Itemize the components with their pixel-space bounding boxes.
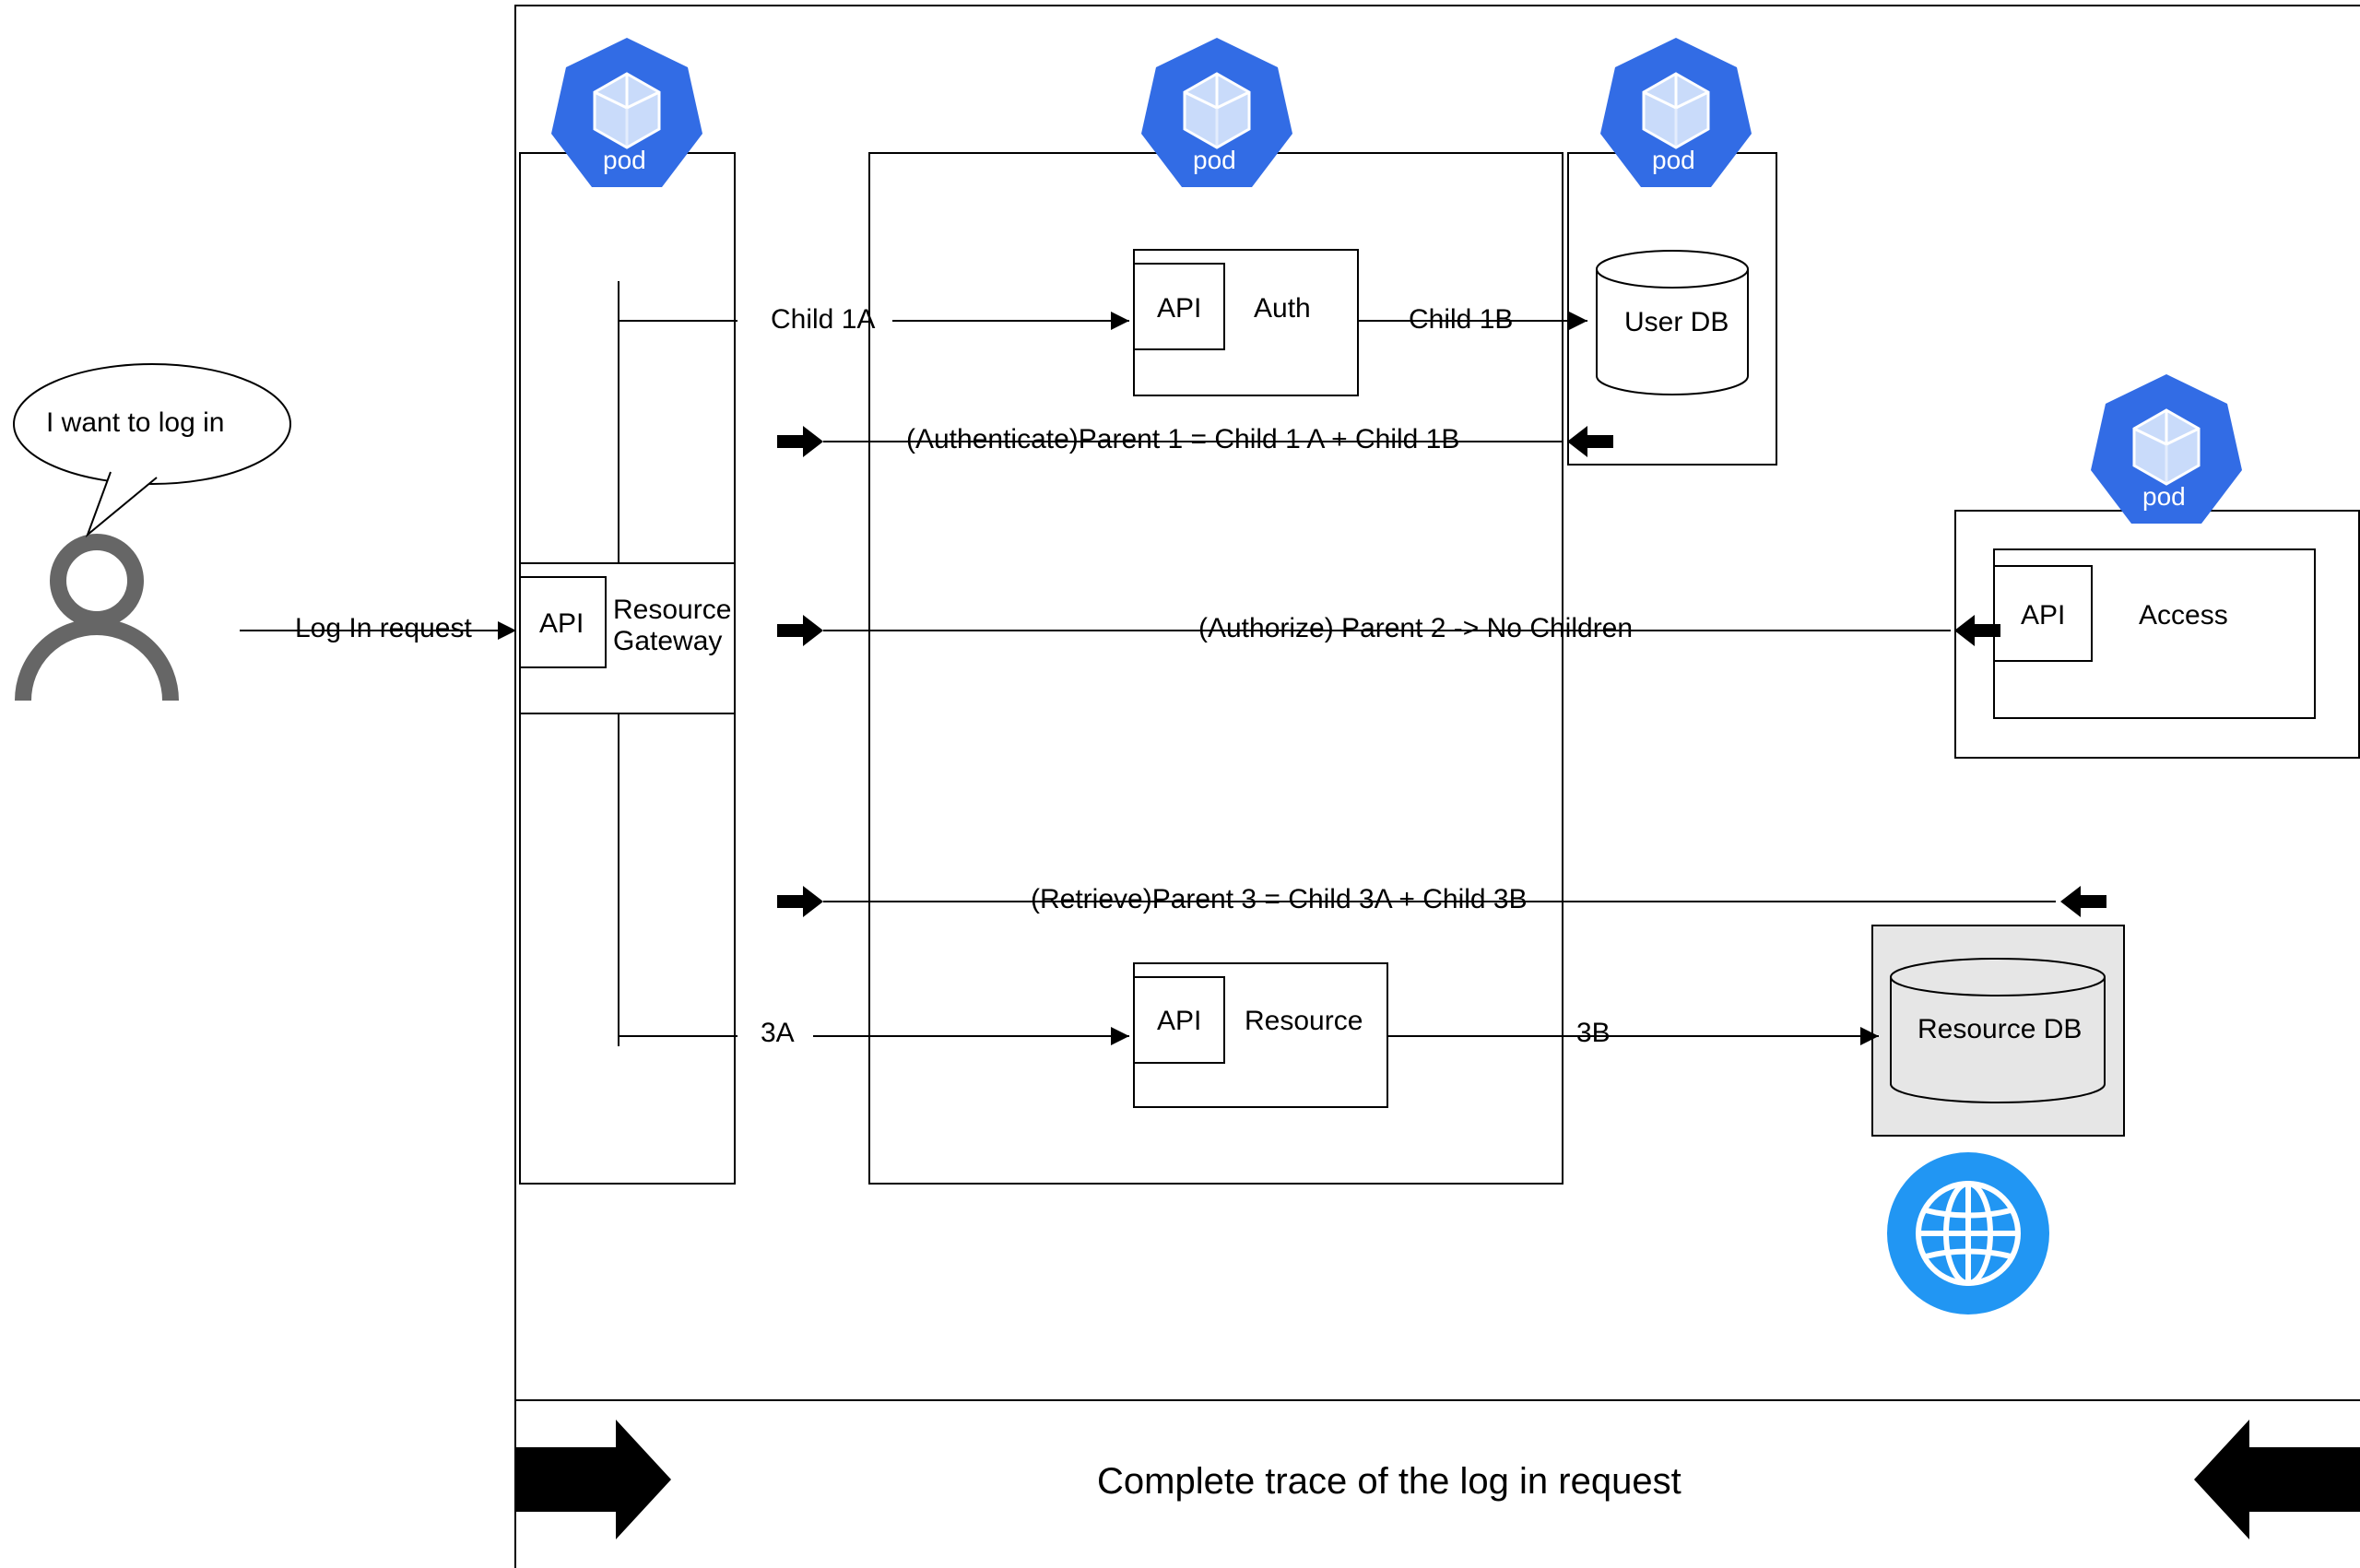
footer-arrow-left-icon xyxy=(514,1420,671,1539)
parent2-label: (Authorize) Parent 2 -> No Children xyxy=(1198,613,1633,644)
child1a-label: Child 1A xyxy=(771,304,875,336)
parent3-label: (Retrieve)Parent 3 = Child 3A + Child 3B xyxy=(1031,884,1528,915)
child3b-label: 3B xyxy=(1576,1018,1611,1049)
child3a-label: 3A xyxy=(761,1018,795,1049)
footer-arrow-right-icon xyxy=(2194,1420,2360,1539)
footer-text: Complete trace of the log in request xyxy=(1097,1461,1682,1503)
login-request-label: Log In request xyxy=(295,613,472,644)
connectors xyxy=(0,0,2360,1568)
child1b-label: Child 1B xyxy=(1409,304,1513,336)
parent1-label: (Authenticate)Parent 1 = Child 1 A + Chi… xyxy=(906,424,1459,455)
